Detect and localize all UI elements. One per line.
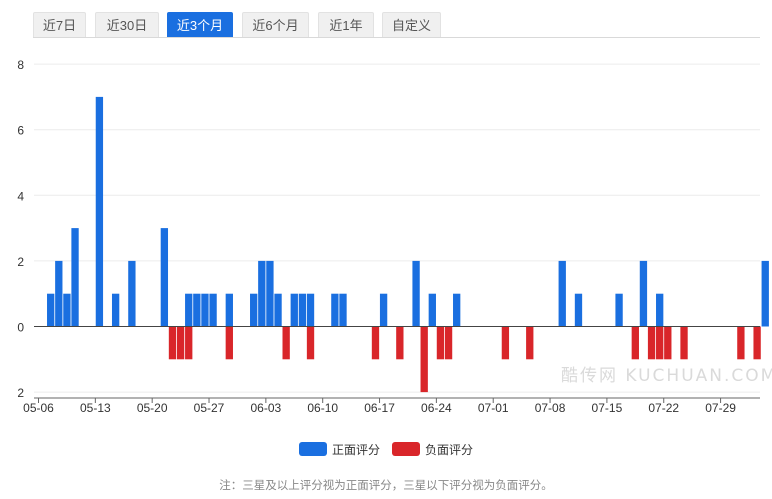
x-tick-label-6: 06-17 [364,401,395,415]
bar-positive-10 [128,260,136,327]
y-tick-label-4: 0 [17,321,24,335]
bar-positive-88 [761,260,769,327]
bar-negative-43 [396,326,404,360]
bar-positive-65 [574,293,583,327]
rating-note: 注：三星及以上评分视为正面评分，三星以下评分视为负面评分。 [219,480,553,492]
bar-positive-6 [95,96,104,327]
x-tick-label-7: 06-24 [421,401,452,415]
bar-negative-40 [371,326,380,360]
bar-positive-2 [63,293,71,327]
bar-positive-14 [160,228,169,327]
x-tick-label-12: 07-29 [705,401,736,415]
x-tick-label-2: 05-20 [137,401,168,415]
legend-swatch-positive [298,442,327,456]
bar-positive-73 [639,260,648,327]
bar-negative-59 [526,326,534,360]
bar-positive-22 [225,293,233,327]
bar-negative-29 [282,326,290,360]
rating-bar-chart: 86420205-06 05-13 05-20 05-27 06-03 06-10 06-1… [17,58,769,415]
x-tick-label-1: 05-13 [80,401,111,415]
bar-positive-70 [615,293,623,327]
bar-positive-19 [201,293,209,327]
bar-positive-36 [339,293,347,327]
bar-positive-18 [193,293,201,327]
bar-positive-31 [298,293,307,327]
x-tick-label-0: 05-06 [23,401,54,415]
legend-swatch-negative [392,442,420,456]
x-tick-label-9: 07-08 [535,401,566,415]
bar-positive-32 [306,293,315,327]
bar-negative-16 [176,326,185,360]
bar-positive-30 [290,293,298,327]
bar-negative-15 [168,326,177,360]
bar-negative-85 [737,326,745,360]
bar-negative-56 [501,326,510,360]
legend-item-negative[interactable]: 负面评分 [392,441,473,458]
x-tick-label-10: 07-15 [592,401,623,415]
bar-positive-27 [266,260,274,327]
bar-negative-87 [753,326,761,360]
x-tick-label-4: 06-03 [251,401,282,415]
legend-item-positive[interactable]: 正面评分 [298,441,380,458]
bar-positive-50 [453,293,461,327]
bar-positive-0 [47,293,55,327]
x-tick-label-11: 07-22 [648,401,679,415]
y-tick-label-3: 2 [17,255,24,269]
bar-negative-17 [185,326,193,360]
bar-negative-48 [436,326,445,360]
bar-negative-76 [664,326,672,360]
bar-positive-17 [185,293,193,327]
bar-negative-22 [225,326,233,360]
x-tick-label-8: 07-01 [478,401,509,415]
bar-positive-63 [558,260,566,327]
y-tick-label-5: 2 [17,386,24,400]
y-tick-label-0: 8 [17,58,24,72]
chart-legend: 正面评分 负面评分 [0,441,772,457]
bar-negative-46 [420,326,428,393]
legend-label-negative: 负面评分 [425,442,474,457]
bar-positive-1 [55,260,63,327]
bar-negative-49 [444,326,453,360]
bar-positive-8 [111,293,120,327]
bar-positive-26 [258,260,266,327]
bar-positive-25 [250,293,258,327]
bar-negative-75 [656,326,664,360]
bar-negative-32 [306,326,315,360]
bar-positive-41 [379,293,388,327]
bar-positive-28 [274,293,282,327]
bar-negative-74 [647,326,656,360]
y-tick-label-1: 6 [17,124,24,138]
bar-positive-75 [656,293,664,327]
bar-negative-78 [680,326,688,360]
x-tick-label-3: 05-27 [194,401,225,415]
bar-positive-45 [412,260,420,327]
legend-label-positive: 正面评分 [331,442,380,457]
x-tick-label-5: 06-10 [307,401,338,415]
watermark: 酷传网 KUCHUAN.COM [561,366,772,386]
bar-negative-72 [631,326,639,360]
bar-positive-47 [428,293,436,327]
bar-positive-3 [71,228,79,327]
bar-positive-35 [331,293,339,327]
y-tick-label-2: 4 [17,189,24,203]
bar-positive-20 [209,293,217,327]
